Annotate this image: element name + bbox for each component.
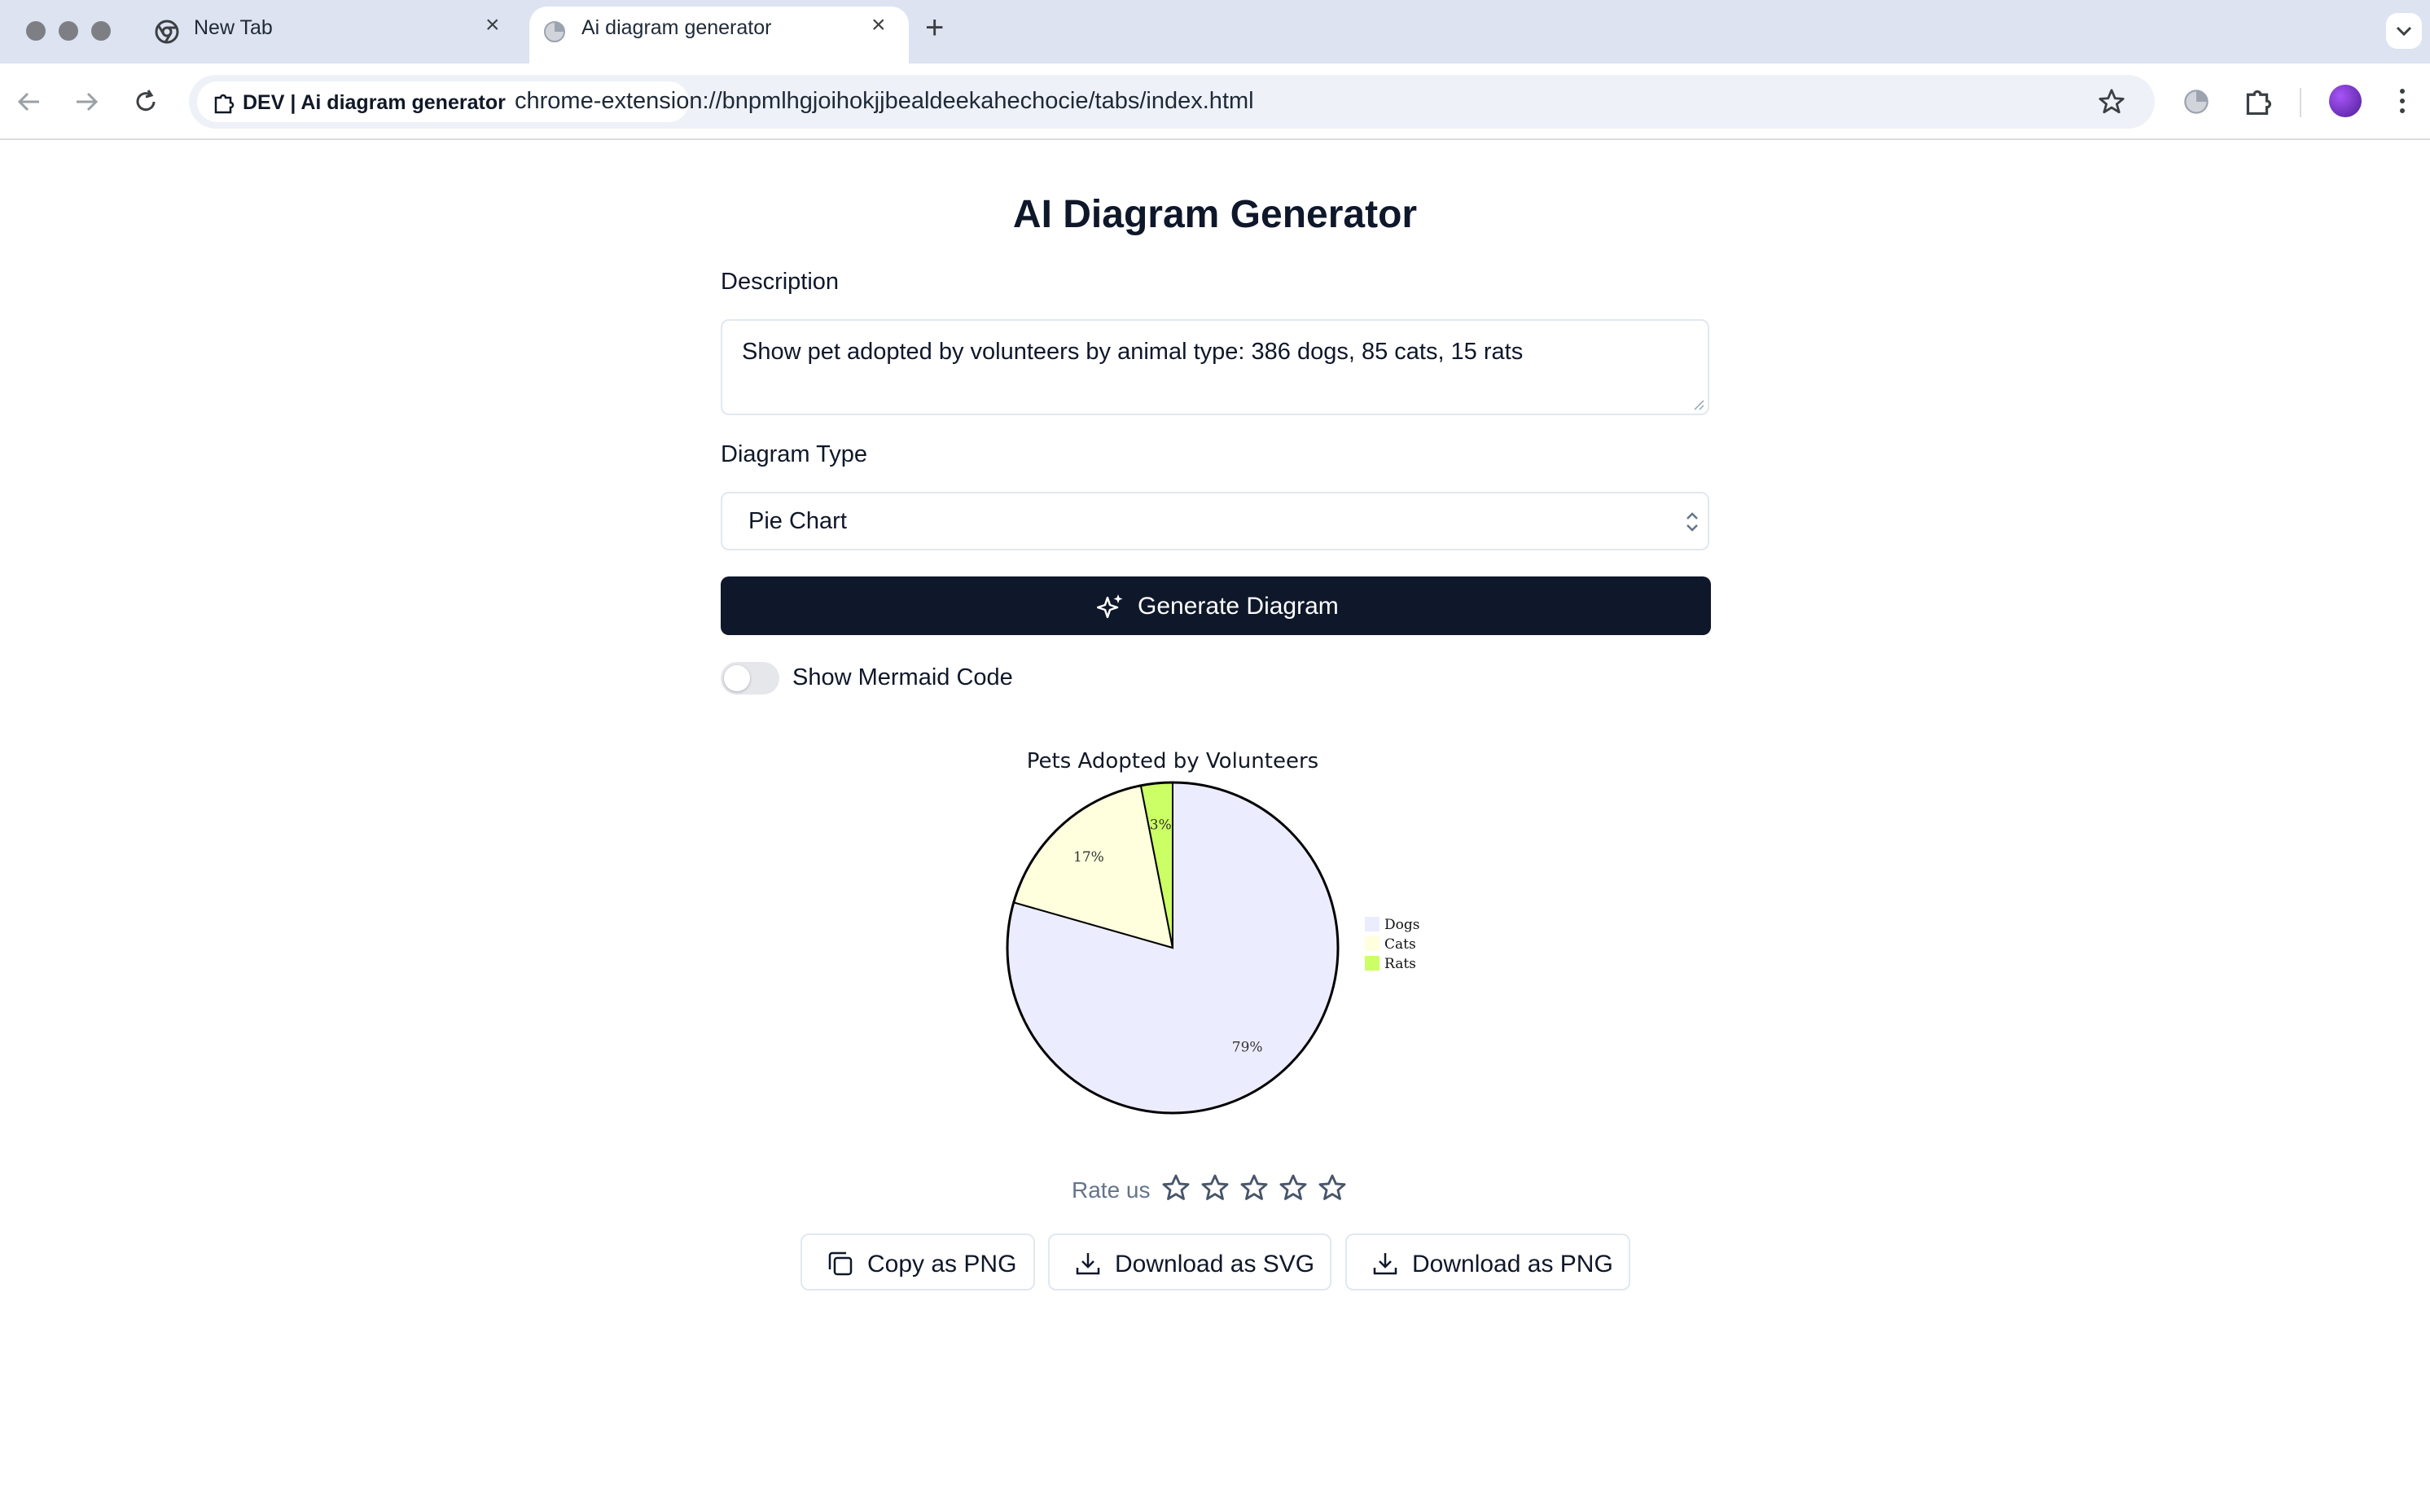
generate-diagram-button[interactable]: Generate Diagram bbox=[721, 576, 1711, 635]
legend-label-rats: Rats bbox=[1384, 956, 1416, 972]
window-close-button[interactable] bbox=[26, 21, 46, 41]
rating-star-icon[interactable] bbox=[1160, 1172, 1191, 1203]
rating-star-icon[interactable] bbox=[1317, 1172, 1348, 1203]
sparkles-icon bbox=[1097, 594, 1123, 619]
tab-title: New Tab bbox=[194, 16, 273, 39]
chart-title: Pets Adopted by Volunteers bbox=[1027, 749, 1318, 774]
browser-toolbar: DEV | Ai diagram generator chrome-extens… bbox=[0, 64, 2430, 140]
legend-swatch-cats bbox=[1365, 936, 1379, 951]
rating-star-icon[interactable] bbox=[1239, 1172, 1270, 1203]
copy-as-png-button[interactable]: Copy as PNG bbox=[800, 1234, 1035, 1291]
new-tab-icon[interactable]: + bbox=[925, 11, 944, 44]
back-arrow-icon[interactable] bbox=[15, 88, 42, 116]
description-textarea[interactable]: Show pet adopted by volunteers by animal… bbox=[721, 319, 1709, 415]
reload-icon[interactable] bbox=[132, 88, 160, 116]
address-bar[interactable]: DEV | Ai diagram generator chrome-extens… bbox=[189, 75, 2155, 129]
pie-chart: Pets Adopted by Volunteers 79% 17% 3% Dogs… bbox=[1006, 749, 1419, 1115]
legend-label-cats: Cats bbox=[1384, 936, 1416, 953]
copy-icon bbox=[828, 1251, 853, 1276]
download-as-svg-label: Download as SVG bbox=[1115, 1251, 1315, 1278]
download-as-png-button[interactable]: Download as PNG bbox=[1345, 1234, 1630, 1291]
more-menu-icon[interactable] bbox=[2394, 86, 2410, 116]
extension-puzzle-icon bbox=[214, 94, 235, 114]
page-title: AI Diagram Generator bbox=[1012, 193, 1418, 236]
tab-title: Ai diagram generator bbox=[581, 16, 772, 39]
extension-favicon bbox=[544, 21, 565, 42]
resize-handle-icon[interactable] bbox=[1691, 397, 1704, 410]
pie-slice-label: 17% bbox=[1073, 849, 1104, 866]
pie-slice-label: 79% bbox=[1232, 1040, 1263, 1056]
site-chip-label: DEV | Ai diagram generator bbox=[243, 91, 506, 114]
diagram-type-label: Diagram Type bbox=[721, 441, 867, 467]
diagram-type-select[interactable]: Pie Chart bbox=[721, 492, 1709, 550]
tab-search-button[interactable] bbox=[2386, 13, 2422, 49]
chrome-icon bbox=[155, 20, 179, 44]
diagram-type-value: Pie Chart bbox=[748, 508, 847, 534]
legend-swatch-dogs bbox=[1365, 917, 1379, 931]
mermaid-toggle-label: Show Mermaid Code bbox=[792, 664, 1013, 690]
tab-strip: New Tab × Ai diagram generator × + bbox=[0, 0, 2430, 64]
pie-slice-label: 3% bbox=[1150, 817, 1172, 833]
mermaid-code-toggle[interactable] bbox=[721, 662, 779, 695]
toolbar-divider bbox=[2300, 88, 2301, 117]
copy-as-png-label: Copy as PNG bbox=[867, 1251, 1017, 1278]
description-label: Description bbox=[721, 269, 840, 295]
bookmark-star-icon[interactable] bbox=[2098, 88, 2125, 116]
window-zoom-button[interactable] bbox=[91, 21, 111, 41]
download-as-png-label: Download as PNG bbox=[1412, 1251, 1613, 1278]
rate-us-label: Rate us bbox=[1072, 1177, 1151, 1203]
url-text: chrome-extension://bnpmlhgjoihokjjbealde… bbox=[515, 88, 1254, 114]
legend-label-dogs: Dogs bbox=[1384, 917, 1419, 933]
forward-arrow-icon[interactable] bbox=[73, 88, 101, 116]
rating-star-icon[interactable] bbox=[1200, 1172, 1230, 1203]
extensions-puzzle-icon[interactable] bbox=[2243, 86, 2272, 116]
profile-avatar[interactable] bbox=[2329, 85, 2362, 117]
description-value: Show pet adopted by volunteers by animal… bbox=[742, 339, 1524, 365]
download-icon bbox=[1373, 1253, 1397, 1275]
close-icon[interactable]: × bbox=[485, 13, 500, 37]
extension-pie-icon[interactable] bbox=[2182, 88, 2210, 116]
chevron-up-down-icon bbox=[1687, 512, 1698, 532]
legend-swatch-rats bbox=[1365, 956, 1379, 971]
tab-ai-diagram-generator[interactable]: Ai diagram generator × bbox=[529, 7, 909, 64]
window-minimize-button[interactable] bbox=[59, 21, 78, 41]
chevron-down-icon bbox=[2396, 26, 2412, 37]
tab-new-tab[interactable]: New Tab × bbox=[137, 0, 526, 64]
download-icon bbox=[1076, 1253, 1100, 1275]
download-as-svg-button[interactable]: Download as SVG bbox=[1048, 1234, 1331, 1291]
close-icon[interactable]: × bbox=[871, 13, 886, 37]
generate-diagram-label: Generate Diagram bbox=[1138, 593, 1339, 620]
toggle-knob bbox=[724, 665, 750, 691]
rating-star-icon[interactable] bbox=[1278, 1172, 1309, 1203]
